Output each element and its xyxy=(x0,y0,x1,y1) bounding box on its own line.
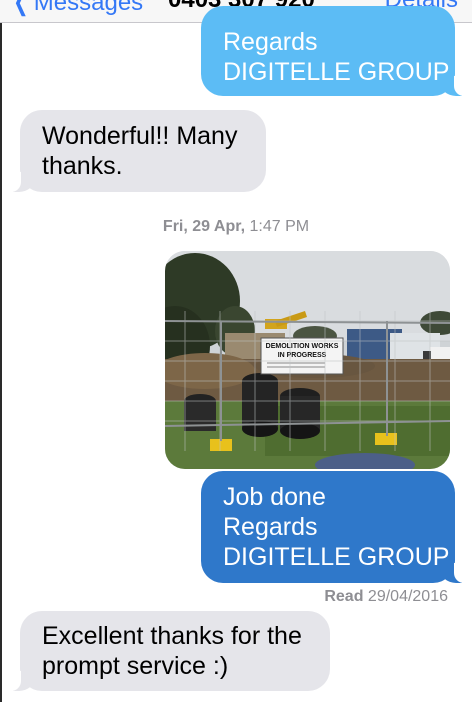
demolition-site-image: DEMOLITION WORKS IN PROGRESS xyxy=(165,251,450,469)
message-bubble-incoming[interactable]: Wonderful!! Many thanks. xyxy=(9,110,266,192)
message-bubble-outgoing[interactable]: Regards DIGITELLE GROUP xyxy=(201,6,466,96)
read-date: 29/04/2016 xyxy=(367,588,448,605)
message-text: Wonderful!! Many xyxy=(42,122,238,150)
back-button-label: Messages xyxy=(33,0,144,16)
read-label: Read xyxy=(324,588,364,605)
chevron-left-icon: ❮ xyxy=(13,0,29,16)
timestamp-day: Fri, 29 Apr, xyxy=(162,218,246,235)
photo-attachment[interactable]: DEMOLITION WORKS IN PROGRESS xyxy=(165,251,450,469)
message-text: DIGITELLE GROUP xyxy=(223,58,450,86)
message-text: prompt service :) xyxy=(42,652,229,680)
sign-line-2: IN PROGRESS xyxy=(278,352,327,359)
message-bubble-outgoing-selected[interactable]: Job done Regards DIGITELLE GROUP xyxy=(201,471,466,583)
message-text: Regards xyxy=(223,513,318,541)
back-button[interactable]: ❮ Messages xyxy=(10,0,143,17)
message-text: Job done xyxy=(223,483,326,511)
message-text: thanks. xyxy=(42,152,123,180)
read-receipt: Read 29/04/2016 xyxy=(324,588,448,606)
screen-edge xyxy=(0,0,2,702)
message-text: DIGITELLE GROUP xyxy=(223,543,450,571)
sign-line-1: DEMOLITION WORKS xyxy=(266,343,339,350)
message-bubble-incoming[interactable]: Excellent thanks for the prompt service … xyxy=(9,611,330,691)
message-text: Excellent thanks for the xyxy=(42,622,302,650)
timestamp-time: 1:47 PM xyxy=(249,218,310,235)
message-text: Regards xyxy=(223,28,318,56)
message-timestamp: Fri, 29 Apr, 1:47 PM xyxy=(0,218,472,236)
